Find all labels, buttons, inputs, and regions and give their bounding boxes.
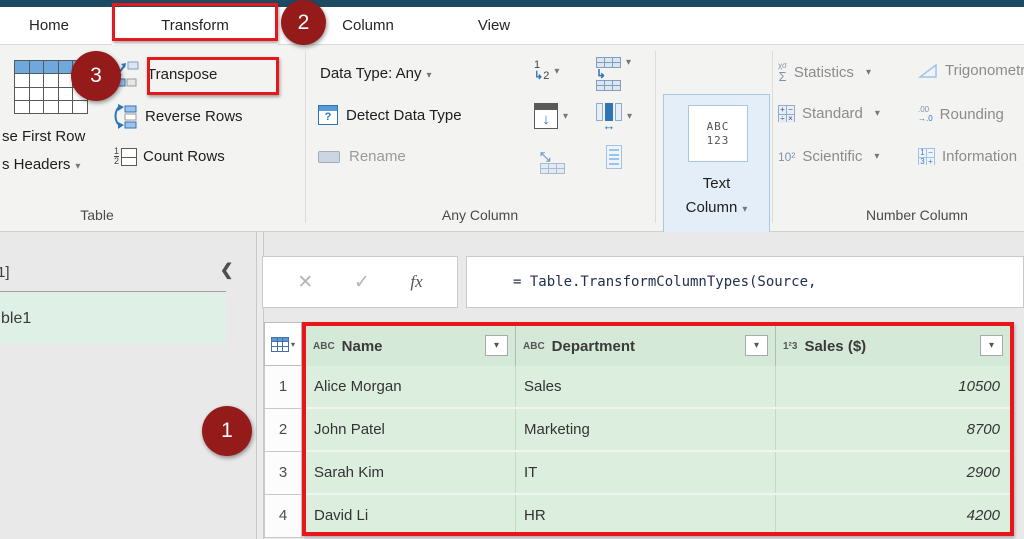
caret-down-icon: ▾ <box>291 340 295 349</box>
information-icon: 1− 3+ <box>918 148 935 165</box>
queries-pane-header-fragment: 1] <box>0 264 10 281</box>
reverse-rows-label: Reverse Rows <box>145 108 243 125</box>
power-query-editor-window: Home Transform Column View 2 se First Ro… <box>0 0 1024 539</box>
use-first-row-label-line2[interactable]: s Headers ▾ <box>2 156 80 174</box>
ribbon: se First Row s Headers▾ Transpose <box>0 45 1024 232</box>
text-column-label-line1: Text <box>664 175 769 192</box>
any-column-group-label: Any Column <box>420 207 540 223</box>
move-columns-icon: ↳ <box>596 57 621 91</box>
annotation-box-transform-tab <box>112 3 278 41</box>
collapse-pane-chevron-icon[interactable]: ❮ <box>220 260 233 280</box>
rounding-button[interactable]: .00→.0 Rounding <box>918 105 1004 123</box>
standard-icon: +− ÷× <box>778 105 795 122</box>
unpivot-columns-button[interactable]: ⤡ <box>540 148 565 174</box>
trigonometry-button[interactable]: Trigonometry <box>918 62 1024 79</box>
table-select-icon <box>271 337 289 352</box>
convert-to-list-button[interactable] <box>606 145 622 169</box>
scientific-icon: 10² <box>778 150 795 164</box>
unpivot-columns-icon: ⤡ <box>540 151 565 174</box>
fx-icon[interactable]: fx <box>410 272 422 292</box>
information-label: Information <box>942 148 1017 165</box>
commit-icon[interactable]: ✓ <box>354 271 370 294</box>
caret-down-icon: ▾ <box>626 57 631 68</box>
caret-down-icon: ▾ <box>554 66 559 77</box>
row-number-cell[interactable]: 1 <box>264 366 302 409</box>
select-all-corner-cell[interactable]: ▾ <box>264 322 302 366</box>
caret-down-icon: ▾ <box>563 111 568 122</box>
text-column-icon: ABC 123 <box>688 105 748 162</box>
query-name: ble1 <box>0 310 31 327</box>
annotation-circle-step3: 3 <box>71 51 121 101</box>
pivot-column-icon: ↔ <box>596 103 622 130</box>
number-column-group-label: Number Column <box>866 207 1006 223</box>
caret-down-icon: ▾ <box>874 151 879 162</box>
caret-down-icon: ▾ <box>75 161 80 172</box>
statistics-button[interactable]: χσΣ Statistics ▾ <box>778 62 871 83</box>
count-rows-label: Count Rows <box>143 148 225 165</box>
standard-button[interactable]: +− ÷× Standard ▾ <box>778 105 880 122</box>
row-number-cell[interactable]: 3 <box>264 452 302 495</box>
reverse-rows-button[interactable]: Reverse Rows <box>112 103 243 130</box>
annotation-circle-step2: 2 <box>281 0 326 45</box>
scientific-button[interactable]: 10² Scientific ▾ <box>778 148 879 165</box>
group-divider <box>772 51 773 223</box>
formula-bar-buttons: ✕ ✓ fx <box>262 256 458 308</box>
row-number-cell[interactable]: 2 <box>264 409 302 452</box>
row-number-cell[interactable]: 4 <box>264 495 302 538</box>
annotation-box-transpose <box>147 57 279 95</box>
move-columns-button[interactable]: ↳ ▾ <box>596 57 631 91</box>
trigonometry-label: Trigonometry <box>945 62 1024 79</box>
pivot-column-button[interactable]: ↔ ▾ <box>596 103 632 130</box>
trigonometry-icon <box>918 63 938 79</box>
tab-column[interactable]: Column <box>330 7 406 45</box>
cancel-icon[interactable]: ✕ <box>297 271 313 294</box>
group-divider <box>655 51 656 223</box>
use-first-row-label-text: s Headers <box>2 156 70 173</box>
detect-data-type-icon: ? <box>318 105 338 125</box>
scientific-label: Scientific <box>802 148 862 165</box>
convert-to-list-icon <box>606 145 622 169</box>
formula-input[interactable]: = Table.TransformColumnTypes(Source, <box>466 256 1024 308</box>
rename-label: Rename <box>349 148 406 165</box>
data-type-label: Data Type: Any <box>320 65 421 82</box>
statistics-icon: χσΣ <box>778 62 787 83</box>
use-first-row-label-line1[interactable]: se First Row <box>2 128 85 145</box>
rounding-icon: .00→.0 <box>918 105 933 123</box>
table-group-label: Table <box>55 207 139 223</box>
query-list-item-selected[interactable]: ble1 <box>0 293 226 344</box>
standard-label: Standard <box>802 105 863 122</box>
count-rows-button[interactable]: 12 Count Rows <box>114 147 225 166</box>
tab-home[interactable]: Home <box>18 7 80 45</box>
rounding-label: Rounding <box>940 106 1004 123</box>
information-button[interactable]: 1− 3+ Information <box>918 148 1017 165</box>
index-column-button[interactable]: 1 ↳2 ▾ <box>534 60 559 82</box>
caret-down-icon: ▾ <box>866 67 871 78</box>
caret-down-icon: ▾ <box>426 70 431 81</box>
data-type-dropdown[interactable]: Data Type: Any ▾ <box>320 65 432 83</box>
group-divider <box>305 51 306 223</box>
tab-view[interactable]: View <box>466 7 522 45</box>
index-column-icon: 1 ↳2 <box>534 60 549 82</box>
pane-divider <box>0 291 226 292</box>
detect-data-type-button[interactable]: ? Detect Data Type <box>318 105 462 125</box>
annotation-box-table <box>302 322 1014 536</box>
caret-down-icon: ▾ <box>627 111 632 122</box>
annotation-circle-step1: 1 <box>202 406 252 456</box>
fill-button[interactable]: ↓ ▾ <box>534 103 568 129</box>
statistics-label: Statistics <box>794 64 854 81</box>
rename-icon <box>318 151 340 163</box>
caret-down-icon: ▾ <box>875 108 880 119</box>
detect-data-type-label: Detect Data Type <box>346 107 462 124</box>
text-column-label-line2: Column▾ <box>664 199 769 216</box>
rename-button[interactable]: Rename <box>318 148 406 165</box>
reverse-rows-icon <box>112 103 139 130</box>
count-rows-icon: 12 <box>114 147 137 166</box>
fill-down-icon: ↓ <box>534 103 558 129</box>
